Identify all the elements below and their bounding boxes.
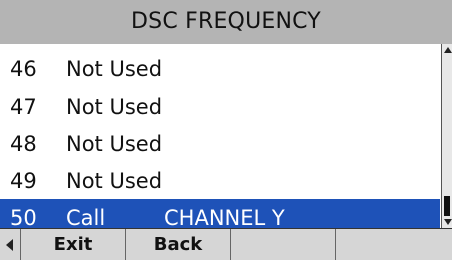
channel-number: 49 (10, 169, 37, 193)
page-title: DSC FREQUENCY (0, 0, 452, 44)
exit-button[interactable]: Exit (21, 229, 126, 260)
channel-label: Not Used (66, 95, 163, 119)
softkey-bar: Exit Back (0, 228, 452, 260)
channel-number: 47 (10, 95, 37, 119)
frequency-list: 46 Not Used 47 Not Used 48 Not Used 49 N… (0, 44, 440, 237)
scrollbar[interactable] (441, 44, 452, 228)
scroll-thumb[interactable] (444, 196, 450, 216)
channel-label: Not Used (66, 169, 163, 193)
back-button[interactable]: Back (126, 229, 231, 260)
channel-label: Not Used (66, 57, 163, 81)
channel-label: Not Used (66, 132, 163, 156)
triangle-left-icon (6, 239, 13, 251)
channel-number: 48 (10, 132, 37, 156)
triangle-down-icon[interactable] (444, 219, 452, 225)
softkey-scroll-left-button[interactable] (0, 229, 21, 260)
triangle-up-icon[interactable] (444, 47, 452, 53)
channel-number: 46 (10, 57, 37, 81)
list-item[interactable]: 48 Not Used (0, 125, 440, 163)
dsc-frequency-screen: DSC FREQUENCY 46 Not Used 47 Not Used 48… (0, 0, 452, 260)
softkey-3-button[interactable] (231, 229, 336, 260)
softkey-4-button[interactable] (336, 229, 451, 260)
list-item[interactable]: 49 Not Used (0, 162, 440, 200)
list-item[interactable]: 47 Not Used (0, 88, 440, 126)
list-item[interactable]: 46 Not Used (0, 50, 440, 88)
